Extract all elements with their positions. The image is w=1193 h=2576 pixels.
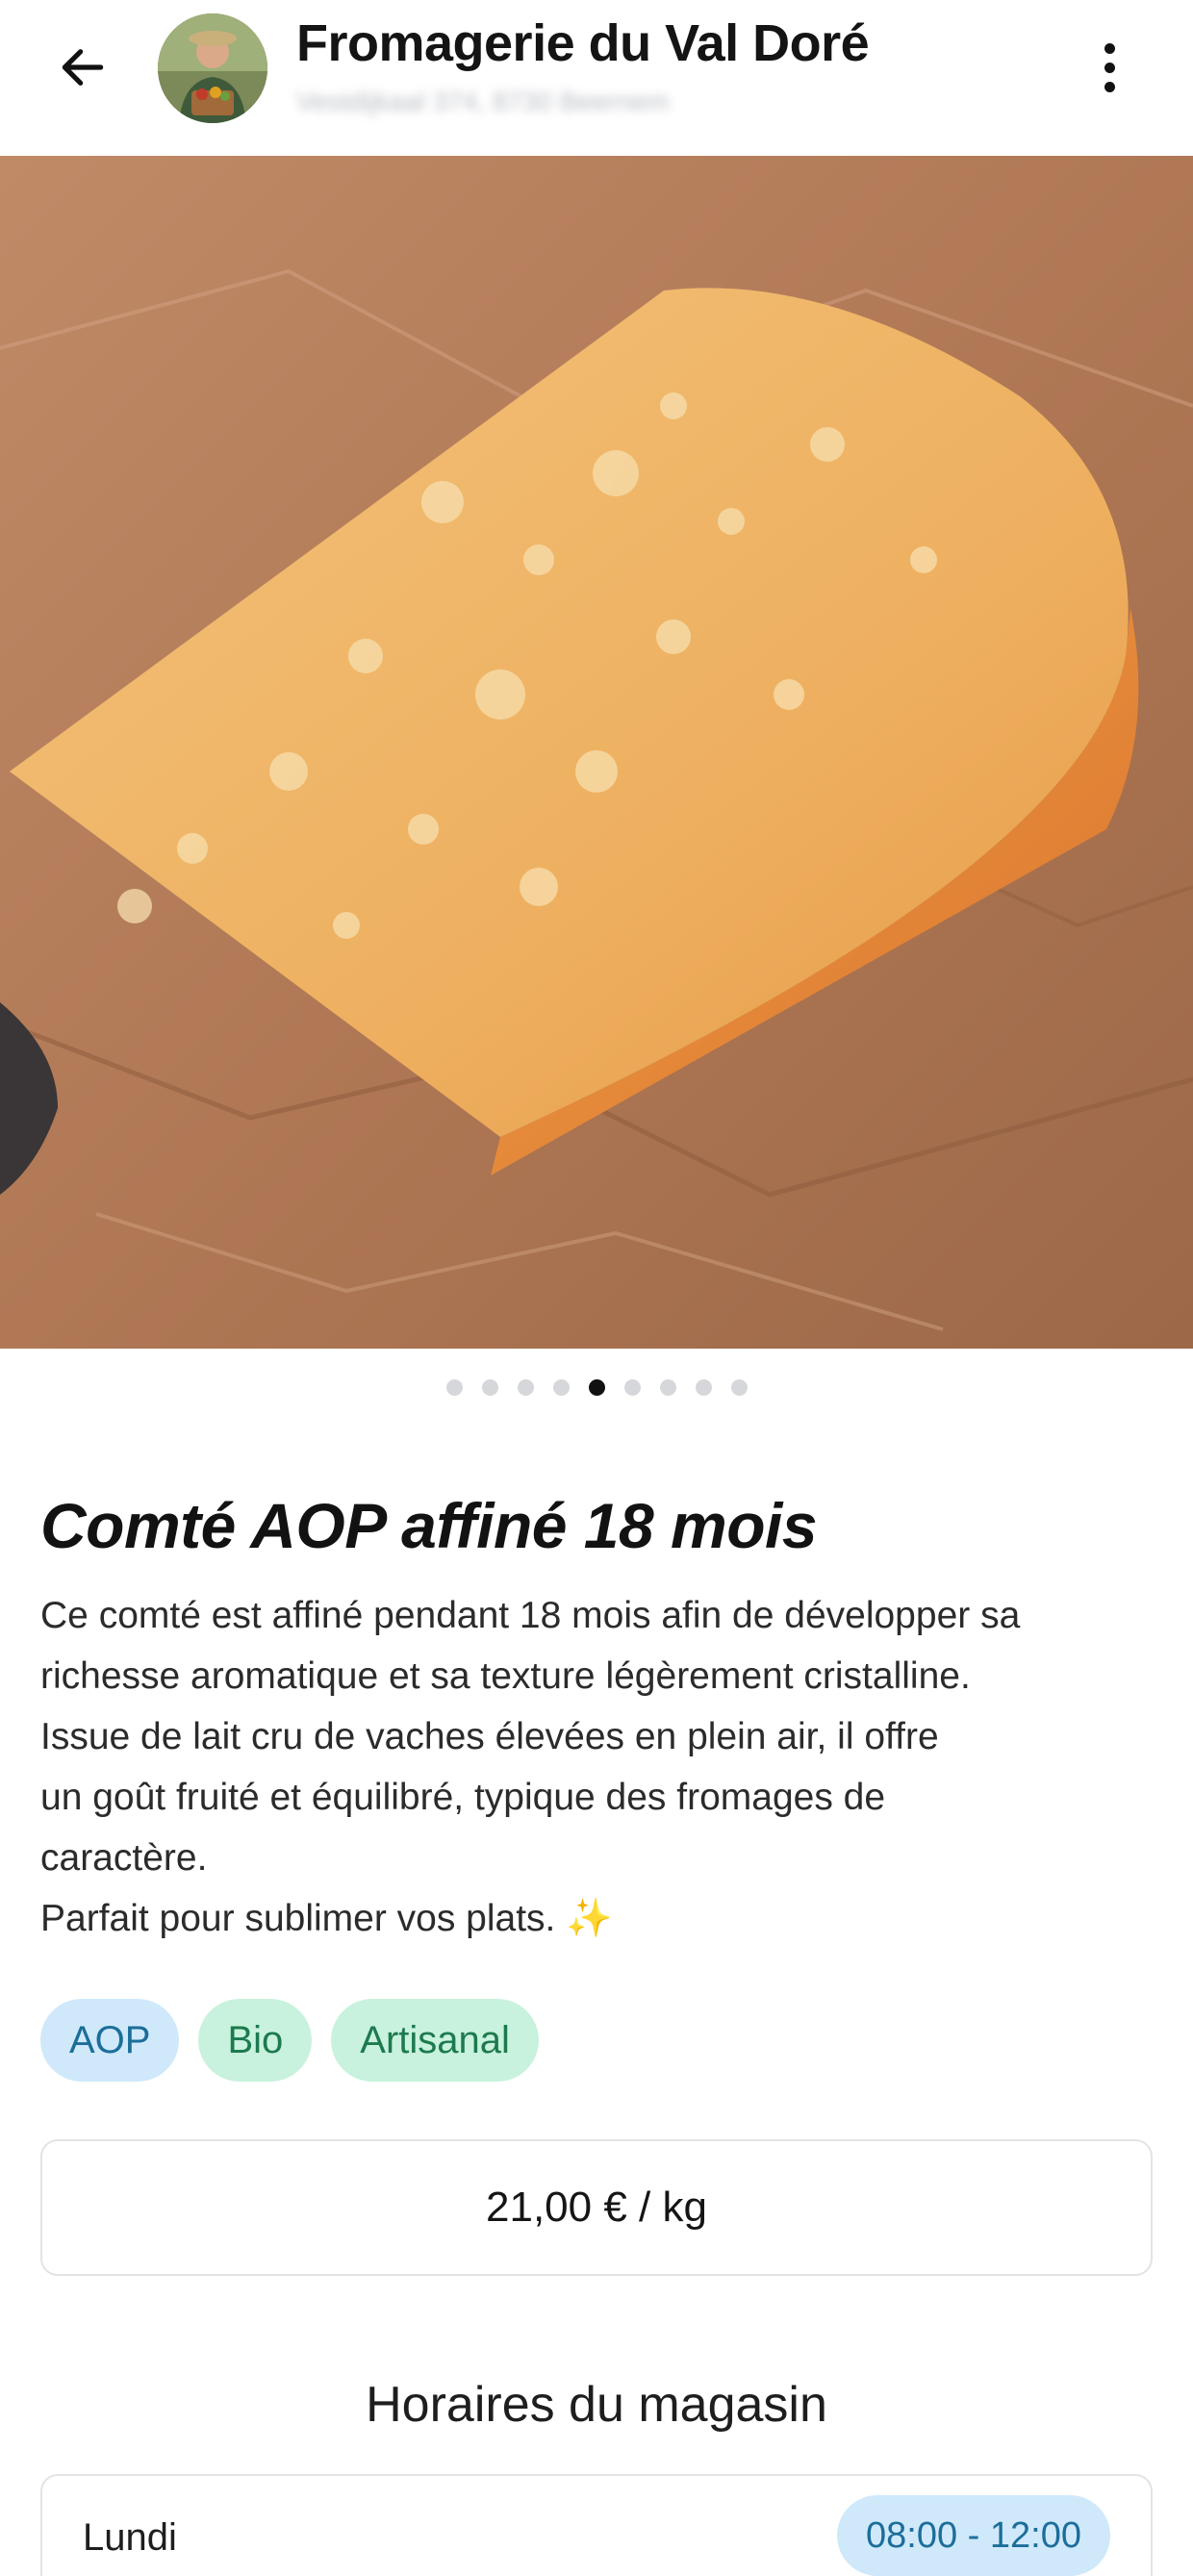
- pager-dot-active[interactable]: [588, 1379, 605, 1396]
- tag-bio[interactable]: Bio: [198, 1999, 313, 2082]
- description-line: richesse aromatique et sa texture légère…: [40, 1655, 971, 1697]
- farmer-avatar-image: [158, 13, 267, 123]
- shop-avatar[interactable]: [158, 13, 267, 123]
- back-button[interactable]: [48, 33, 117, 102]
- pager-dot[interactable]: [695, 1379, 712, 1396]
- description-line: Ce comté est affiné pendant 18 mois afin…: [40, 1595, 1021, 1636]
- product-description: Ce comté est affiné pendant 18 mois afin…: [40, 1585, 1166, 1949]
- tag-aop[interactable]: AOP: [40, 1999, 180, 2082]
- pager-dot[interactable]: [623, 1379, 641, 1396]
- pager-dot[interactable]: [445, 1379, 463, 1396]
- comte-cheese-wedge-photo: [0, 156, 1193, 1349]
- description-line: Issue de lait cru de vaches élevées en p…: [40, 1716, 939, 1757]
- description-line: caractère.: [40, 1837, 208, 1879]
- pager-dot[interactable]: [552, 1379, 570, 1396]
- more-vertical-icon-dot: [1104, 62, 1115, 73]
- store-hours-title: Horaires du magasin: [366, 2377, 827, 2433]
- tag-artisanal[interactable]: Artisanal: [331, 1999, 539, 2082]
- app-header: Fromagerie du Val Doré Vestdijkaal 374, …: [0, 0, 1193, 156]
- price-label: 21,00 € / kg: [486, 2184, 707, 2231]
- shop-address: Vestdijkaal 374, 8730 Beernem: [296, 87, 670, 116]
- description-line: Parfait pour sublimer vos plats. ✨: [40, 1898, 613, 1939]
- arrow-left-icon: [62, 49, 104, 86]
- shop-title[interactable]: Fromagerie du Val Doré: [296, 13, 870, 73]
- product-image-carousel[interactable]: [0, 156, 1193, 1349]
- carousel-pager: [0, 1379, 1193, 1402]
- more-vertical-icon: [1104, 42, 1115, 54]
- store-hours-card: Lundi 08:00 - 12:00: [40, 2474, 1153, 2576]
- hours-time-badge: 08:00 - 12:00: [837, 2495, 1110, 2576]
- more-vertical-icon-dot: [1104, 81, 1115, 92]
- pager-dot[interactable]: [481, 1379, 498, 1396]
- hours-day-monday: Lundi: [83, 2516, 177, 2559]
- pager-dot[interactable]: [730, 1379, 748, 1396]
- description-line: un goût fruité et équilibré, typique des…: [40, 1777, 886, 1818]
- more-options-button[interactable]: [1076, 31, 1143, 104]
- product-tags: AOP Bio Artisanal: [40, 1999, 539, 2082]
- pager-dot[interactable]: [659, 1379, 676, 1396]
- price-display: 21,00 € / kg: [40, 2139, 1153, 2276]
- product-title: Comté AOP affiné 18 mois: [40, 1490, 818, 1561]
- pager-dot[interactable]: [517, 1379, 534, 1396]
